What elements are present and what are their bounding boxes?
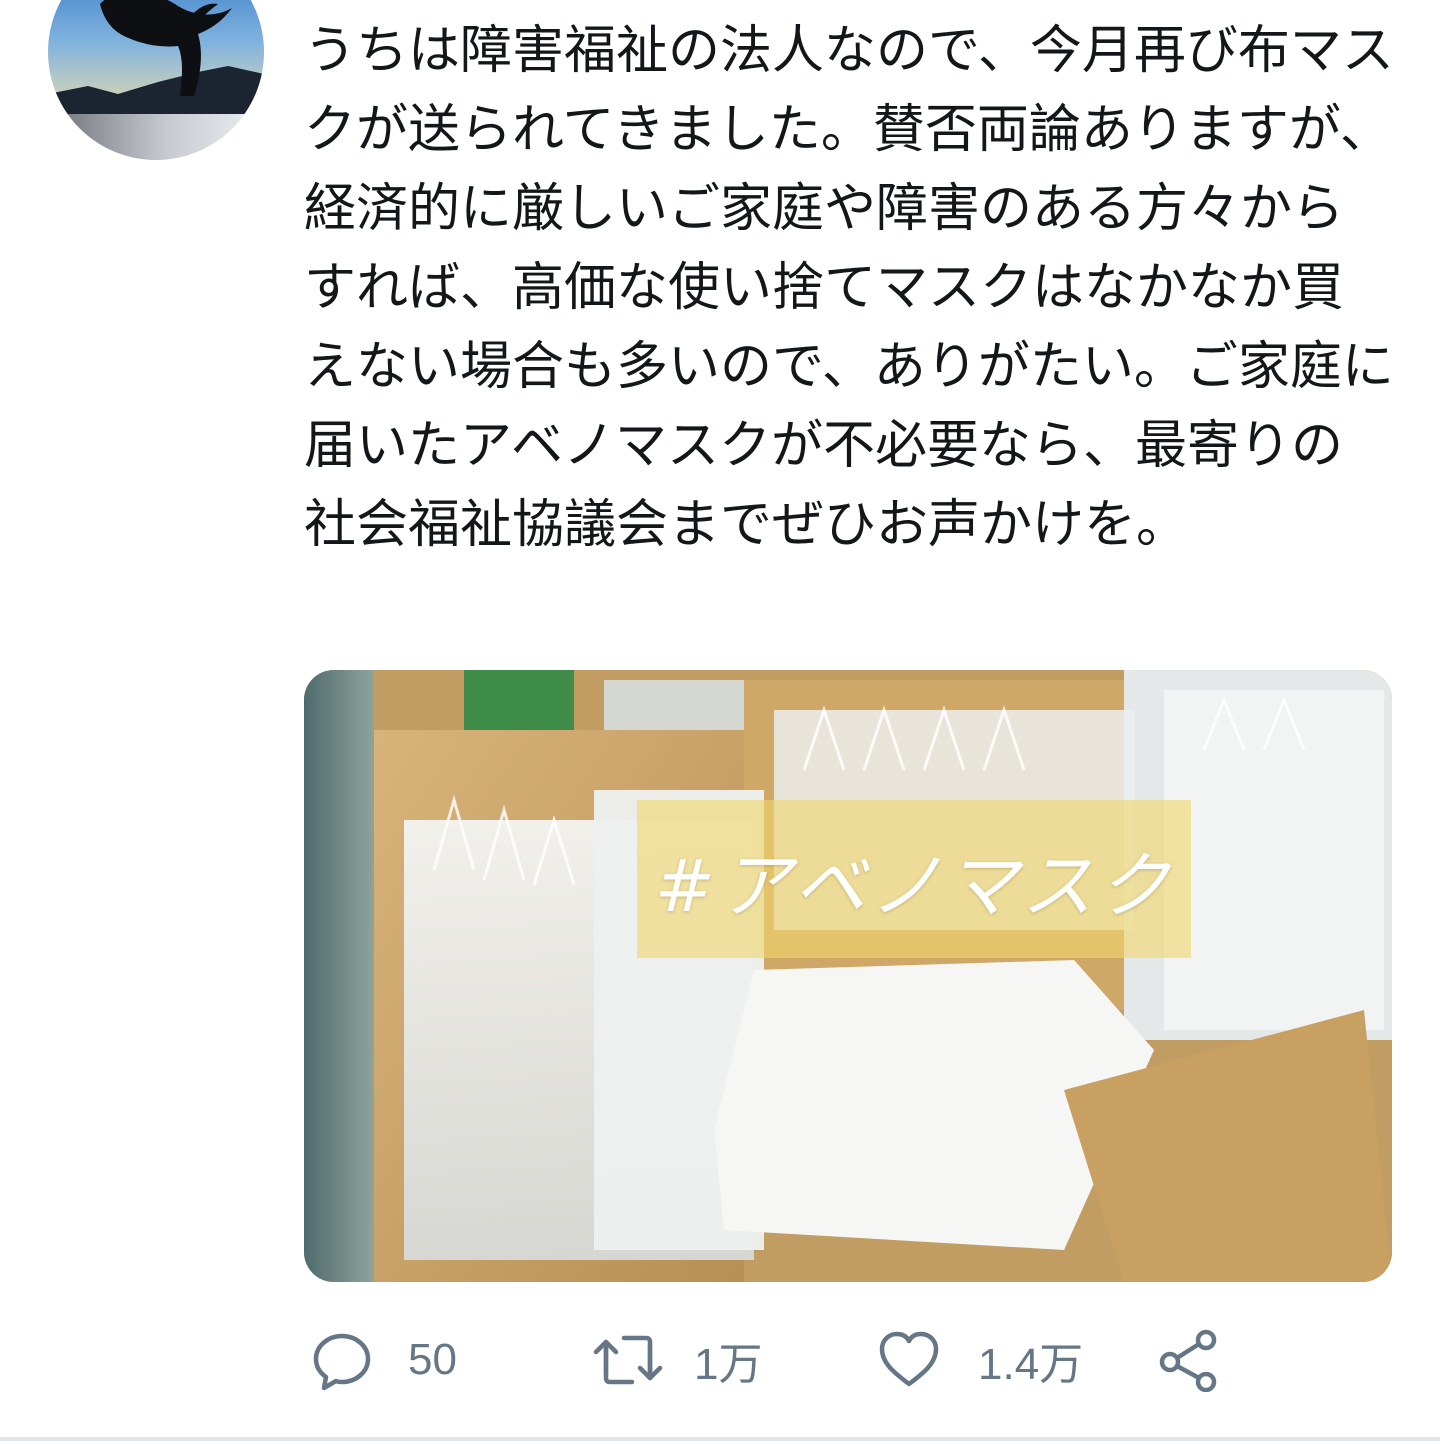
tweet-media-photo[interactable]: #アベノマスク [304,670,1392,1282]
share-button[interactable] [1156,1322,1222,1398]
avatar[interactable] [48,0,264,160]
media-hashtag-overlay: #アベノマスク [637,800,1191,958]
like-count: 1.4万 [978,1340,1084,1389]
media-hashtag-text: #アベノマスク [654,843,1174,928]
avatar-image [48,0,264,160]
share-icon [1156,1328,1222,1392]
like-button[interactable]: 1.4万 [876,1322,1083,1398]
media-photo-image [304,670,1392,1282]
heart-icon [876,1328,942,1392]
reply-button[interactable]: 50 [310,1322,457,1398]
retweet-button[interactable]: 1万 [590,1322,762,1398]
tweet-divider [0,1437,1440,1441]
reply-icon [310,1328,374,1392]
tweet-text: うちは障害福祉の法人なので、今月再び布マスクが送られてきました。賛否両論あります… [304,21,1394,555]
reply-count: 50 [408,1335,457,1384]
tweet-action-bar: 50 1万 1.4万 [304,1322,1394,1398]
retweet-count: 1万 [694,1340,763,1389]
retweet-icon [590,1328,666,1392]
